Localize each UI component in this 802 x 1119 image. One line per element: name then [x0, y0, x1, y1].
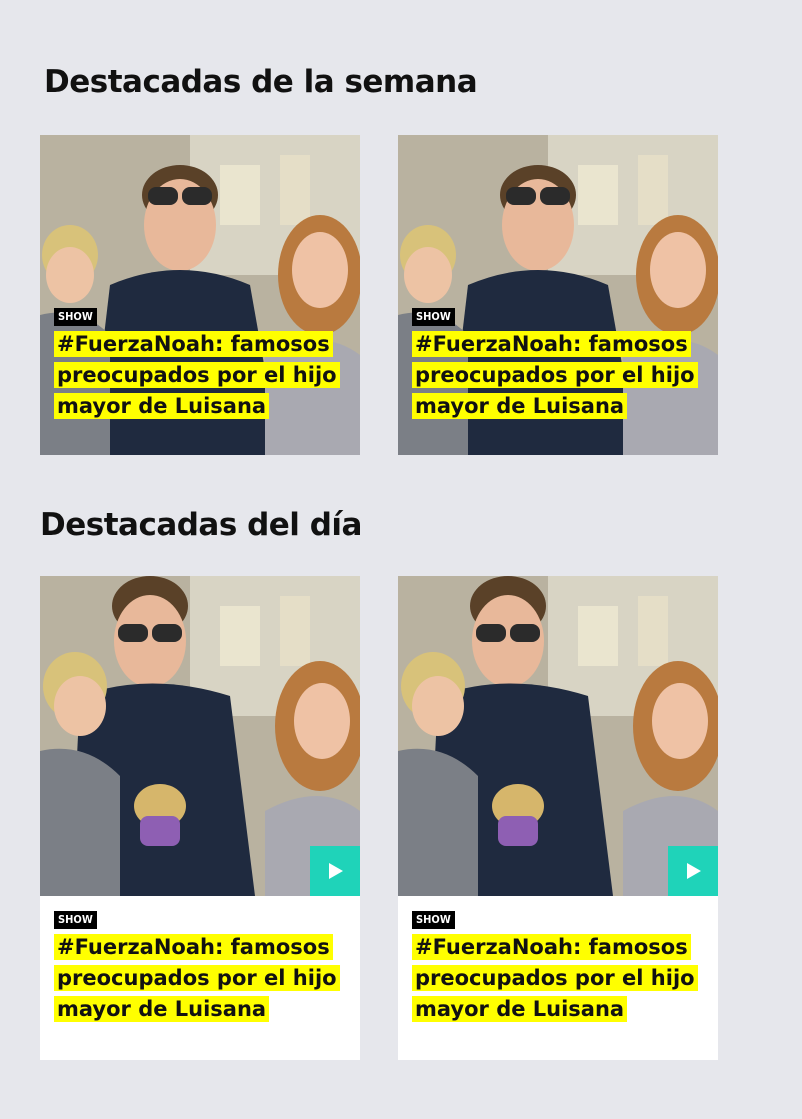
section-title-weekly: Destacadas de la semana — [44, 64, 478, 100]
headline-link[interactable]: #FuerzaNoah: famosos preocupados por el … — [412, 330, 702, 423]
category-badge[interactable]: SHOW — [54, 308, 97, 326]
category-badge[interactable]: SHOW — [54, 911, 97, 929]
category-badge[interactable]: SHOW — [412, 911, 455, 929]
headline-text[interactable]: #FuerzaNoah: famosos preocupados por el … — [54, 934, 340, 1022]
play-button[interactable] — [310, 846, 360, 896]
headline-text[interactable]: #FuerzaNoah: famosos preocupados por el … — [412, 331, 698, 419]
category-badge[interactable]: SHOW — [412, 308, 455, 326]
news-card[interactable]: SHOW #FuerzaNoah: famosos preocupados po… — [398, 576, 718, 1060]
play-icon — [329, 863, 343, 879]
news-card[interactable]: SHOW #FuerzaNoah: famosos preocupados po… — [40, 576, 360, 1060]
play-icon — [687, 863, 701, 879]
headline-text[interactable]: #FuerzaNoah: famosos preocupados por el … — [54, 331, 340, 419]
headline-link[interactable]: #FuerzaNoah: famosos preocupados por el … — [412, 933, 702, 1026]
news-card[interactable]: SHOW #FuerzaNoah: famosos preocupados po… — [40, 135, 360, 455]
headline-link[interactable]: #FuerzaNoah: famosos preocupados por el … — [54, 330, 344, 423]
headline-link[interactable]: #FuerzaNoah: famosos preocupados por el … — [54, 933, 344, 1026]
section-title-daily: Destacadas del día — [40, 507, 362, 543]
news-card[interactable]: SHOW #FuerzaNoah: famosos preocupados po… — [398, 135, 718, 455]
headline-text[interactable]: #FuerzaNoah: famosos preocupados por el … — [412, 934, 698, 1022]
play-button[interactable] — [668, 846, 718, 896]
